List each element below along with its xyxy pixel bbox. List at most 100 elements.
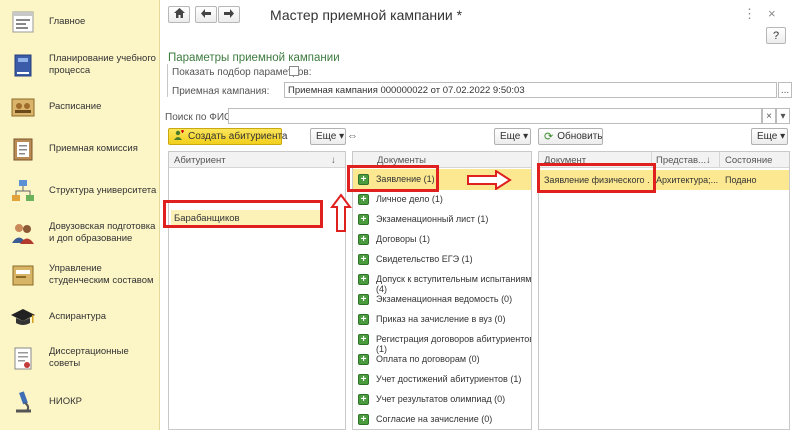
expand-plus-icon[interactable]: + (358, 294, 369, 305)
arrow-right-annotation (467, 170, 512, 190)
create-applicant-label: Создать абитуриента (188, 131, 288, 142)
document-row[interactable]: + Согласие на зачисление (0) (353, 409, 531, 429)
refresh-button[interactable]: ⟳ Обновить (538, 128, 603, 145)
search-label: Поиск по ФИО: (165, 112, 235, 123)
arrow-up-annotation (330, 193, 352, 232)
section-title: Параметры приемной кампании (168, 52, 340, 64)
document-row[interactable]: + Приказ на зачисление в вуз (0) (353, 309, 531, 330)
expand-plus-icon[interactable]: + (358, 394, 369, 405)
create-applicant-button[interactable]: Создать абитуриента (168, 128, 288, 145)
applicants-more-button[interactable]: Еще ▾ (310, 128, 346, 145)
sidebar-item-pre-university[interactable]: Довузовская подготовка и доп образование (0, 213, 160, 253)
sidebar-item-label: Планирование учебного процесса (49, 53, 156, 76)
people-icon (9, 219, 37, 247)
sidebar-item-label: Главное (49, 16, 86, 27)
home-icon (173, 8, 185, 21)
document-row-label: Согласие на зачисление (0) (376, 414, 493, 424)
expand-plus-icon[interactable]: + (358, 254, 369, 265)
expand-plus-icon[interactable]: + (358, 214, 369, 225)
arrow-right-icon (224, 8, 234, 21)
document-row[interactable]: + Учет результатов олимпиад (0) (353, 389, 531, 410)
sidebar-item-label: Управление студенческим составом (49, 263, 154, 286)
document-row[interactable]: + Допуск к вступительным испытаниям (4) (353, 269, 531, 294)
represent-column-header[interactable]: Представ... (656, 155, 706, 166)
more-menu-icon[interactable]: ⋮ (743, 6, 756, 22)
expand-plus-icon[interactable]: + (358, 274, 369, 285)
expand-plus-icon[interactable]: + (358, 334, 369, 345)
sidebar-item-label: Структура университета (49, 185, 157, 196)
sidebar-item-label: НИОКР (49, 396, 82, 407)
sidebar-item-label: Аспирантура (49, 311, 107, 322)
sidebar-item-schedule[interactable]: Расписание (0, 87, 160, 127)
document-row[interactable]: + Оплата по договорам (0) (353, 349, 531, 370)
sidebar-item-label: Диссертационные советы (49, 346, 129, 369)
expand-plus-icon[interactable]: + (358, 374, 369, 385)
folder-icon (9, 261, 37, 289)
help-button[interactable]: ? (766, 27, 786, 44)
refresh-label: Обновить (557, 131, 603, 142)
sidebar-item-students[interactable]: Управление студенческим составом (0, 255, 160, 295)
highlight-application (347, 165, 439, 192)
search-dropdown-button[interactable]: ▾ (776, 108, 790, 124)
applicants-header: Абитуриент ↓ (169, 152, 345, 168)
expand-plus-icon[interactable]: + (358, 314, 369, 325)
splitter-handle-icon[interactable]: ⇔ (347, 130, 358, 142)
document-row-label: Оплата по договорам (0) (376, 354, 480, 364)
sort-icon: ↓ (706, 155, 711, 166)
search-clear-button[interactable]: × (762, 108, 776, 124)
highlight-detail-document (537, 163, 656, 193)
schedule-icon (9, 93, 37, 121)
sidebar-item-label: Расписание (49, 101, 102, 112)
expand-plus-icon[interactable]: + (358, 234, 369, 245)
sidebar-item-postgraduate[interactable]: Аспирантура (0, 297, 160, 337)
sidebar-item-admissions[interactable]: Приемная комиссия (0, 129, 160, 169)
home-button[interactable] (168, 6, 190, 23)
sidebar-item-structure[interactable]: Структура университета (0, 171, 160, 211)
document-row[interactable]: + Экзаменационная ведомость (0) (353, 289, 531, 310)
documents-more-button[interactable]: Еще ▾ (494, 128, 531, 145)
applicants-panel: Абитуриент ↓ Барабанщиков (168, 151, 346, 430)
campaign-label: Приемная кампания: (172, 86, 270, 97)
close-icon[interactable]: × (768, 6, 776, 21)
highlight-applicant (163, 200, 323, 228)
document-row[interactable]: + Личное дело (1) (353, 189, 531, 210)
document-row-label: Договоры (1) (376, 234, 430, 244)
section-divider (167, 64, 168, 97)
sidebar-item-niokr[interactable]: НИОКР (0, 382, 160, 422)
expand-plus-icon[interactable]: + (358, 414, 369, 425)
sidebar-item-main[interactable]: Главное (0, 2, 160, 42)
document-row[interactable]: + Регистрация договоров абитуриентов (1) (353, 329, 531, 354)
arrow-left-icon (201, 8, 211, 21)
show-params-checkbox[interactable] (289, 66, 299, 76)
document-row[interactable]: + Свидетельство ЕГЭ (1) (353, 249, 531, 270)
back-button[interactable] (195, 6, 217, 23)
main-area: Мастер приемной кампании * ⋮ × ? Парамет… (160, 0, 800, 430)
document-row-label: Личное дело (1) (376, 194, 443, 204)
document-row-label: Приказ на зачисление в вуз (0) (376, 314, 506, 324)
document-row[interactable]: + Экзаменационный лист (1) (353, 209, 531, 230)
structure-icon (9, 177, 37, 205)
microscope-icon (9, 388, 37, 416)
sidebar-item-dissertation[interactable]: Диссертационные советы (0, 338, 160, 378)
document-icon (9, 344, 37, 372)
detail-state: Подано (725, 175, 757, 185)
window-title: Мастер приемной кампании * (270, 7, 463, 23)
document-row-label: Учет результатов олимпиад (0) (376, 394, 506, 404)
add-person-icon (174, 130, 184, 143)
clipboard-icon (9, 135, 37, 163)
book-icon (9, 51, 37, 79)
state-column-header[interactable]: Состояние (725, 155, 772, 166)
document-row[interactable]: + Договоры (1) (353, 229, 531, 250)
expand-plus-icon[interactable]: + (358, 354, 369, 365)
detail-more-button[interactable]: Еще ▾ (751, 128, 788, 145)
detail-represent: Архитектура;... (656, 175, 718, 185)
search-input[interactable] (228, 108, 762, 124)
forward-button[interactable] (218, 6, 240, 23)
document-row[interactable]: + Учет достижений абитуриентов (1) (353, 369, 531, 390)
campaign-select-button[interactable]: ... (778, 82, 792, 98)
campaign-field[interactable]: Приемная кампания 000000022 от 07.02.202… (284, 82, 777, 98)
expand-plus-icon[interactable]: + (358, 194, 369, 205)
document-row-label: Экзаменационная ведомость (0) (376, 294, 513, 304)
sidebar-item-planning[interactable]: Планирование учебного процесса (0, 45, 160, 85)
applicant-column-header[interactable]: Абитуриент (174, 155, 226, 166)
